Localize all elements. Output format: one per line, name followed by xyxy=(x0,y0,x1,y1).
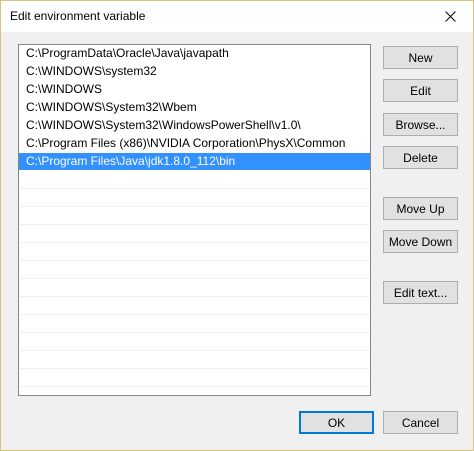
empty-row xyxy=(19,369,370,387)
empty-row xyxy=(19,207,370,225)
browse-button[interactable]: Browse... xyxy=(383,113,458,136)
list-item[interactable]: C:\WINDOWS\System32\Wbem xyxy=(19,99,370,117)
empty-row xyxy=(19,225,370,243)
list-item[interactable]: C:\WINDOWS\System32\WindowsPowerShell\v1… xyxy=(19,117,370,135)
list-item[interactable]: C:\WINDOWS xyxy=(19,81,370,99)
close-icon xyxy=(445,10,456,22)
edit-environment-variable-dialog: Edit environment variable C:\ProgramData… xyxy=(0,0,474,451)
move-down-button[interactable]: Move Down xyxy=(383,230,458,253)
ok-button[interactable]: OK xyxy=(299,411,374,434)
window-title: Edit environment variable xyxy=(10,9,146,23)
empty-row xyxy=(19,189,370,207)
edit-button[interactable]: Edit xyxy=(383,79,458,102)
empty-row xyxy=(19,297,370,315)
empty-row xyxy=(19,279,370,297)
delete-button[interactable]: Delete xyxy=(383,146,458,169)
list-item[interactable]: C:\Program Files (x86)\NVIDIA Corporatio… xyxy=(19,135,370,153)
move-up-button[interactable]: Move Up xyxy=(383,197,458,220)
close-button[interactable] xyxy=(428,1,473,31)
title-bar[interactable]: Edit environment variable xyxy=(1,1,473,32)
empty-row xyxy=(19,315,370,333)
empty-row xyxy=(19,261,370,279)
path-list[interactable]: C:\ProgramData\Oracle\Java\javapath C:\WI… xyxy=(18,44,371,396)
edit-text-button[interactable]: Edit text... xyxy=(383,281,458,304)
list-item[interactable]: C:\WINDOWS\system32 xyxy=(19,63,370,81)
empty-row xyxy=(19,171,370,189)
cancel-button[interactable]: Cancel xyxy=(383,411,458,434)
list-item[interactable]: C:\ProgramData\Oracle\Java\javapath xyxy=(19,45,370,63)
empty-row xyxy=(19,333,370,351)
empty-row xyxy=(19,351,370,369)
empty-row xyxy=(19,243,370,261)
new-button[interactable]: New xyxy=(383,46,458,69)
list-item[interactable]: C:\Program Files\Java\jdk1.8.0_112\bin xyxy=(19,153,370,171)
